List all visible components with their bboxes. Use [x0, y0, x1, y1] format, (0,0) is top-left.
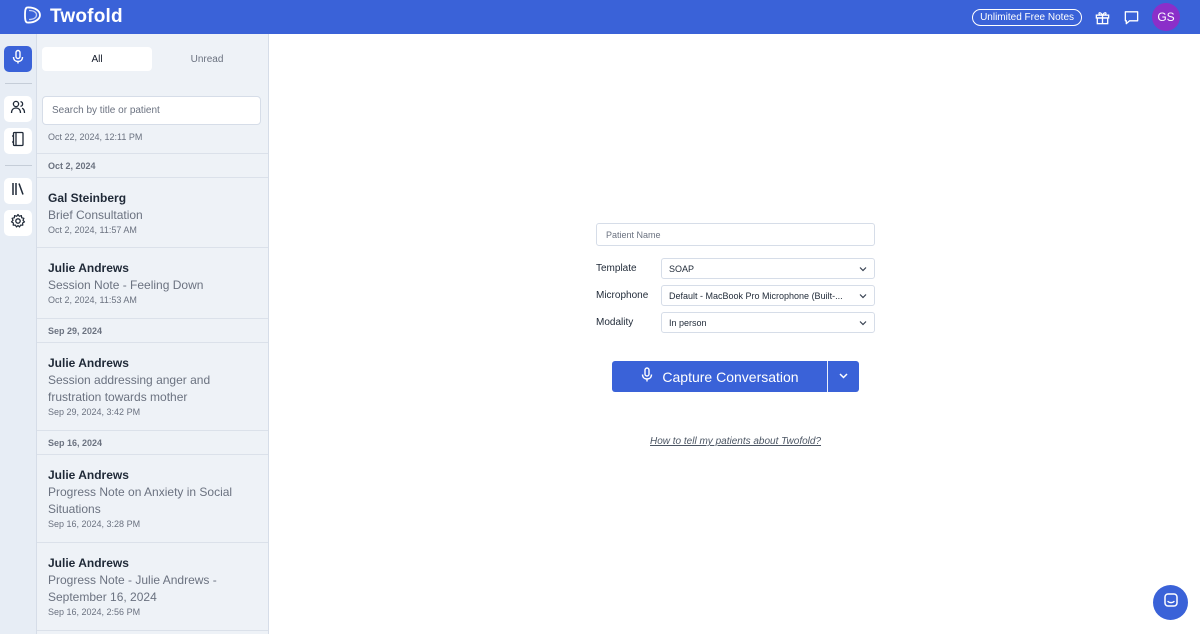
library-nav-button[interactable] — [4, 178, 32, 204]
capture-form-area: Patient Name Template SOAP Microphone De… — [270, 34, 1200, 634]
logo-icon — [22, 5, 42, 30]
search-input[interactable]: Search by title or patient — [42, 96, 261, 125]
patient-name: Julie Andrews — [48, 556, 129, 570]
capture-options-dropdown[interactable] — [828, 361, 859, 392]
capture-button-group: Capture Conversation — [612, 361, 859, 392]
list-item[interactable]: Julie Andrews Session Note - Feeling Dow… — [37, 248, 268, 319]
capture-conversation-button[interactable]: Capture Conversation — [612, 361, 827, 392]
date-group-header: Sep 29, 2024 — [37, 319, 268, 343]
unlimited-notes-badge[interactable]: Unlimited Free Notes — [972, 8, 1082, 26]
chevron-down-icon — [859, 265, 867, 273]
top-actions: Unlimited Free Notes GS — [972, 3, 1180, 31]
modality-value: In person — [669, 317, 707, 328]
list-item[interactable]: Julie Andrews Session addressing anger a… — [37, 343, 268, 431]
notebook-icon — [10, 131, 26, 152]
notes-panel: All Unread Search by title or patient Oc… — [37, 34, 269, 634]
patients-nav-button[interactable] — [4, 96, 32, 122]
rail-divider — [5, 165, 32, 166]
note-time: Oct 22, 2024, 12:11 PM — [37, 133, 268, 154]
note-title: Progress Note - Julie Andrews - Septembe… — [48, 573, 217, 604]
help-link[interactable]: How to tell my patients about Twofold? — [650, 436, 821, 447]
microphone-icon — [640, 367, 662, 386]
patient-name: Julie Andrews — [48, 261, 129, 275]
capture-label: Capture Conversation — [662, 368, 799, 385]
microphone-select[interactable]: Default - MacBook Pro Microphone (Built-… — [661, 285, 875, 306]
note-time: Sep 29, 2024, 3:42 PM — [48, 407, 141, 417]
template-label: Template — [596, 263, 637, 274]
brand-name: Twofold — [50, 6, 123, 27]
patient-name: Julie Andrews — [48, 468, 129, 482]
chevron-down-icon — [859, 292, 867, 300]
note-time: Oct 2, 2024, 11:53 AM — [48, 295, 137, 305]
rail-divider — [5, 83, 32, 84]
chevron-down-icon — [859, 319, 867, 327]
microphone-label: Microphone — [596, 290, 649, 301]
filter-tabs: All Unread — [37, 34, 268, 84]
patient-name: Julie Andrews — [48, 356, 129, 370]
note-title: Session addressing anger and frustration… — [48, 373, 211, 404]
microphone-icon — [10, 49, 26, 70]
chevron-down-icon — [838, 368, 849, 386]
icon-rail — [0, 34, 37, 634]
tab-all[interactable]: All — [42, 47, 152, 71]
template-select[interactable]: SOAP — [661, 258, 875, 279]
button-divider — [827, 361, 828, 392]
patient-name: Gal Steinberg — [48, 191, 127, 205]
note-time: Sep 16, 2024, 3:28 PM — [48, 519, 141, 529]
microphone-value: Default - MacBook Pro Microphone (Built-… — [669, 290, 843, 301]
list-item[interactable]: Julie Andrews Progress Note - Julie Andr… — [37, 543, 268, 631]
chat-icon[interactable] — [1122, 8, 1140, 26]
note-title: Session Note - Feeling Down — [48, 278, 204, 292]
note-title: Brief Consultation — [48, 208, 143, 222]
chat-bubble-icon — [1163, 592, 1179, 613]
modality-label: Modality — [596, 317, 634, 328]
template-value: SOAP — [669, 263, 695, 274]
users-icon — [10, 99, 26, 120]
notes-list: Oct 22, 2024, 12:11 PM Oct 2, 2024 Gal S… — [37, 133, 268, 631]
top-bar: Twofold Unlimited Free Notes GS — [0, 0, 1200, 34]
user-avatar[interactable]: GS — [1152, 3, 1180, 31]
note-title: Progress Note on Anxiety in Social Situa… — [48, 485, 233, 516]
date-group-header: Oct 2, 2024 — [37, 154, 268, 178]
settings-nav-button[interactable] — [4, 210, 32, 236]
modality-select[interactable]: In person — [661, 312, 875, 333]
list-item[interactable]: Gal Steinberg Brief Consultation Oct 2, … — [37, 178, 268, 248]
patient-name-input[interactable]: Patient Name — [596, 223, 875, 246]
support-chat-button[interactable] — [1153, 585, 1188, 620]
library-icon — [10, 181, 26, 202]
note-time: Oct 2, 2024, 11:57 AM — [48, 225, 137, 235]
list-item[interactable]: Julie Andrews Progress Note on Anxiety i… — [37, 455, 268, 543]
brand-logo[interactable]: Twofold — [22, 5, 123, 30]
note-time: Sep 16, 2024, 2:56 PM — [48, 607, 141, 617]
gear-icon — [10, 213, 26, 234]
record-nav-button[interactable] — [4, 46, 32, 72]
notes-nav-button[interactable] — [4, 128, 32, 154]
date-group-header: Sep 16, 2024 — [37, 431, 268, 455]
tab-unread[interactable]: Unread — [152, 47, 262, 71]
gift-icon[interactable] — [1093, 8, 1111, 26]
